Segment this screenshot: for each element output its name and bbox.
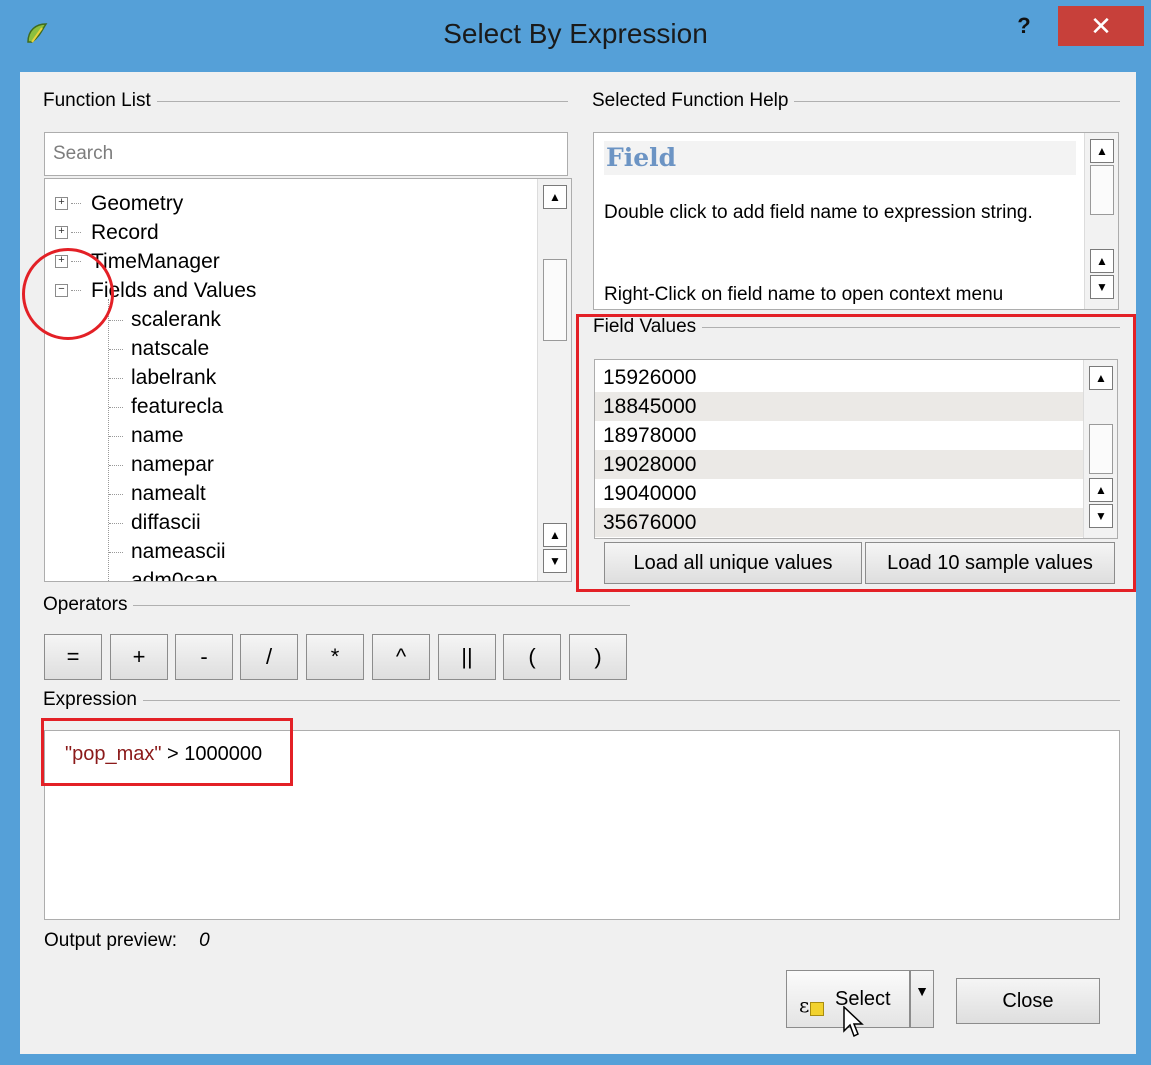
annotation-expression-box [41, 718, 293, 786]
tree-item-label: Record [91, 221, 159, 244]
help-context-menu-hint: Right-Click on field name to open contex… [604, 284, 1004, 305]
field-item[interactable]: natscale [109, 334, 209, 363]
field-item[interactable]: labelrank [109, 363, 216, 392]
scroll-up-icon[interactable]: ▲ [1090, 249, 1114, 273]
function-list-label: Function List [43, 90, 157, 112]
operator-open-paren-button[interactable]: ( [503, 634, 561, 680]
field-item[interactable]: namepar [109, 450, 214, 479]
scroll-down-icon[interactable]: ▼ [1090, 275, 1114, 299]
field-item[interactable]: namealt [109, 479, 206, 508]
field-item-label: namealt [131, 482, 206, 505]
expand-icon[interactable]: + [55, 226, 68, 239]
select-dropdown-button[interactable]: ▼ [910, 970, 934, 1028]
tree-connector [71, 203, 81, 204]
close-button[interactable]: Close [956, 978, 1100, 1024]
output-preview-value: 0 [199, 930, 210, 951]
operators-label: Operators [43, 594, 134, 616]
tree-item-label: Fields and Values [91, 279, 257, 302]
operator-power-button[interactable]: ^ [372, 634, 430, 680]
scroll-up-icon[interactable]: ▲ [543, 185, 567, 209]
tree-scrollbar[interactable]: ▲ ▲ ▼ [537, 179, 571, 581]
operator-equals-button[interactable]: = [44, 634, 102, 680]
tree-item-label: Geometry [91, 192, 184, 215]
tree-connector [71, 232, 81, 233]
function-help-panel: Field Double click to add field name to … [593, 132, 1119, 310]
help-title: Field [604, 141, 1076, 175]
field-item-label: scalerank [131, 308, 221, 331]
field-item-label: labelrank [131, 366, 217, 389]
title-bar[interactable]: Select By Expression ? ✕ [0, 0, 1151, 72]
tree-item-label: TimeManager [91, 250, 220, 273]
expand-icon[interactable]: + [55, 197, 68, 210]
help-button[interactable]: ? [1004, 8, 1044, 48]
scroll-up-icon[interactable]: ▲ [1090, 139, 1114, 163]
field-item[interactable]: scalerank [109, 305, 221, 334]
output-preview-label: Output preview: [44, 930, 178, 951]
field-item[interactable]: name [109, 421, 184, 450]
help-description: Double click to add field name to expres… [604, 202, 1033, 223]
field-item-label: nameascii [131, 540, 226, 563]
annotation-circle [22, 248, 114, 340]
function-search-input[interactable]: Search [44, 132, 568, 176]
operator-close-paren-button[interactable]: ) [569, 634, 627, 680]
epsilon-select-icon: ε [799, 977, 825, 1033]
select-by-expression-dialog: Select By Expression ? ✕ Function List S… [0, 0, 1151, 1065]
expression-group-line [44, 700, 1120, 701]
operator-concat-button[interactable]: || [438, 634, 496, 680]
help-label: Selected Function Help [592, 90, 795, 112]
operator-minus-button[interactable]: - [175, 634, 233, 680]
field-item-label: diffascii [131, 511, 201, 534]
field-item-label: name [131, 424, 184, 447]
operator-multiply-button[interactable]: * [306, 634, 364, 680]
field-item[interactable]: featurecla [109, 392, 223, 421]
help-scrollbar[interactable]: ▲ ▲ ▼ [1084, 133, 1118, 309]
field-item-label: namepar [131, 453, 214, 476]
function-tree: + Geometry + Record + TimeManager − Fiel… [44, 178, 572, 582]
operator-divide-button[interactable]: / [240, 634, 298, 680]
field-item[interactable]: diffascii [109, 508, 201, 537]
window-title: Select By Expression [443, 18, 708, 49]
field-item-label: natscale [131, 337, 210, 360]
field-item-label: featurecla [131, 395, 224, 418]
scroll-down-icon[interactable]: ▼ [543, 549, 567, 573]
field-item-label: adm0cap [131, 569, 218, 582]
operator-plus-button[interactable]: + [110, 634, 168, 680]
expression-label: Expression [43, 689, 143, 711]
scroll-up-icon[interactable]: ▲ [543, 523, 567, 547]
window-close-button[interactable]: ✕ [1058, 6, 1144, 46]
field-item[interactable]: adm0cap [109, 566, 218, 582]
mouse-cursor-icon [843, 1006, 864, 1038]
scroll-thumb[interactable] [1090, 165, 1114, 215]
output-preview: Output preview: 0 [44, 930, 210, 952]
annotation-field-values-box [576, 314, 1136, 592]
field-item[interactable]: nameascii [109, 537, 226, 566]
scroll-thumb[interactable] [543, 259, 567, 341]
